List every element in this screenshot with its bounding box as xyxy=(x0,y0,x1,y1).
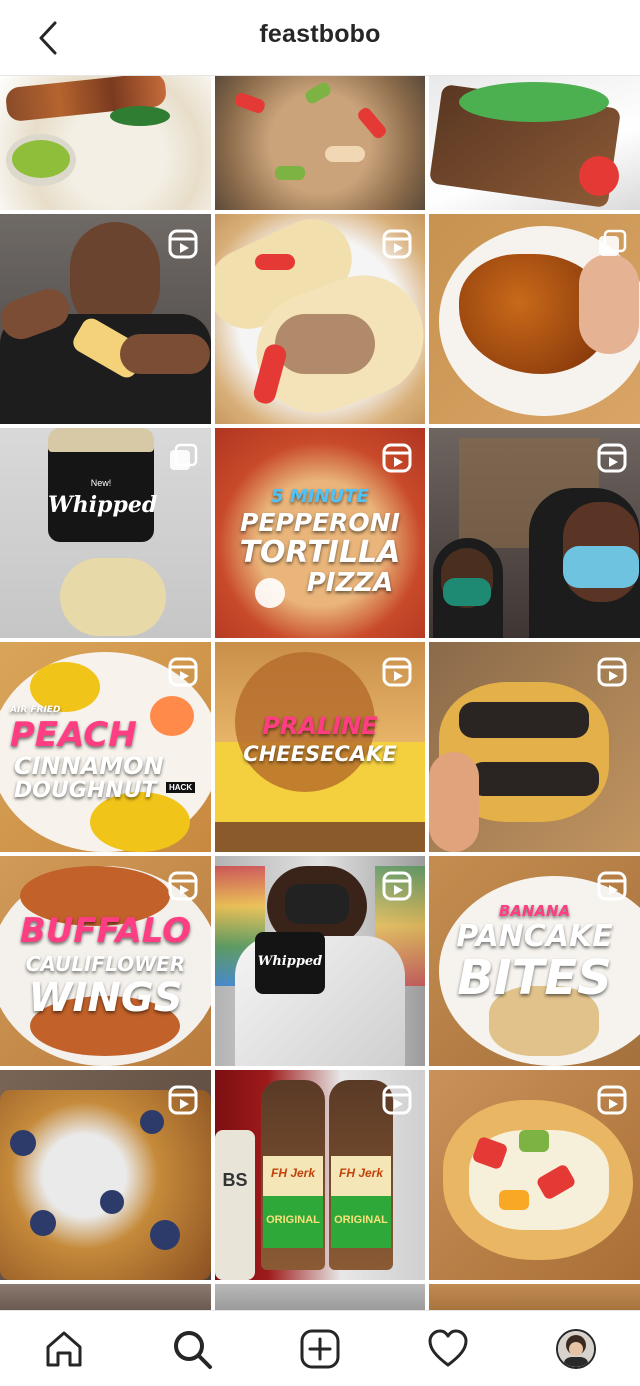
post-tile[interactable] xyxy=(215,1284,425,1310)
jar-label: Whipped xyxy=(48,492,158,518)
reel-icon xyxy=(597,1085,627,1115)
post-tile[interactable] xyxy=(429,428,640,638)
post-tile[interactable] xyxy=(429,1284,640,1310)
post-tile[interactable] xyxy=(0,214,211,424)
bottle-label: FH Jerk xyxy=(338,1166,384,1180)
overlay-text: PANCAKE xyxy=(456,919,613,954)
post-tile[interactable]: 5 MINUTE PEPPERONI TORTILLA PIZZA xyxy=(215,428,425,638)
plus-square-icon xyxy=(300,1329,340,1369)
jar-label-small: New! xyxy=(90,478,112,488)
reel-icon xyxy=(382,657,412,687)
post-tile[interactable]: Whipped xyxy=(215,856,425,1066)
heart-icon xyxy=(428,1329,468,1367)
post-grid: New! Whipped 5 MINUTE PEPPERONI TORTILLA… xyxy=(0,76,640,1310)
top-bar: feastbobo xyxy=(0,0,640,76)
reel-icon xyxy=(168,229,198,259)
profile-username: feastbobo xyxy=(259,20,381,48)
reel-icon xyxy=(382,443,412,473)
post-tile[interactable]: BANANA PANCAKE BITES xyxy=(429,856,640,1066)
nav-profile-button[interactable] xyxy=(552,1325,600,1373)
overlay-text: DOUGHNUT xyxy=(14,778,157,803)
post-tile[interactable] xyxy=(429,642,640,852)
overlay-text: BANANA xyxy=(498,902,571,920)
avatar xyxy=(556,1329,596,1369)
overlay-text: PIZZA xyxy=(306,568,394,598)
overlay-text: AIR FRIED xyxy=(10,705,61,715)
reel-icon xyxy=(597,657,627,687)
nav-search-button[interactable] xyxy=(168,1325,216,1373)
post-tile[interactable]: PRALINE CHEESECAKE xyxy=(215,642,425,852)
carousel-icon xyxy=(170,443,198,470)
overlay-text: TORTILLA xyxy=(239,535,401,570)
post-tile[interactable]: AIR FRIED PEACH CINNAMON DOUGHNUT HACK xyxy=(0,642,211,852)
overlay-text: PRALINE xyxy=(262,712,378,740)
post-tile[interactable] xyxy=(429,214,640,424)
overlay-text: BITES xyxy=(457,950,612,1006)
nav-create-button[interactable] xyxy=(296,1325,344,1373)
carousel-icon xyxy=(599,229,627,256)
overlay-text: WINGS xyxy=(28,975,183,1021)
post-tile[interactable] xyxy=(0,1070,211,1280)
post-tile[interactable]: BS FH Jerk FH Jerk ORIGINAL ORIGINAL xyxy=(215,1070,425,1280)
overlay-text: CHEESECAKE xyxy=(243,742,397,766)
post-tile[interactable] xyxy=(429,76,640,210)
overlay-text: CAULIFLOWER xyxy=(25,952,186,976)
nav-activity-button[interactable] xyxy=(424,1325,472,1373)
reel-icon xyxy=(597,443,627,473)
reel-icon xyxy=(382,871,412,901)
post-tile[interactable] xyxy=(0,76,211,210)
overlay-tag: HACK xyxy=(166,782,196,793)
reel-icon xyxy=(168,657,198,687)
search-icon xyxy=(174,1331,212,1369)
overlay-text: 5 MINUTE xyxy=(271,486,369,507)
overlay-text: PEACH xyxy=(10,715,137,755)
overlay-text: BUFFALO xyxy=(19,911,192,951)
post-tile[interactable] xyxy=(429,1070,640,1280)
reel-icon xyxy=(382,229,412,259)
post-tile[interactable]: BUFFALO CAULIFLOWER WINGS xyxy=(0,856,211,1066)
reel-icon xyxy=(597,871,627,901)
jar-label: Whipped xyxy=(257,954,323,969)
post-tile[interactable] xyxy=(0,1284,211,1310)
post-tile[interactable] xyxy=(215,76,425,210)
bottle-label: ORIGINAL xyxy=(334,1214,388,1226)
overlay-text: CINNAMON xyxy=(14,752,164,780)
nav-home-button[interactable] xyxy=(40,1325,88,1373)
home-icon xyxy=(46,1331,82,1367)
bottle-label: FH Jerk xyxy=(270,1166,316,1180)
bottom-navigation xyxy=(0,1310,640,1386)
reel-icon xyxy=(168,1085,198,1115)
bottle-label: ORIGINAL xyxy=(266,1214,320,1226)
reel-icon xyxy=(168,871,198,901)
overlay-text: PEPPERONI xyxy=(240,508,400,537)
reel-icon xyxy=(382,1085,412,1115)
post-tile[interactable]: New! Whipped xyxy=(0,428,211,638)
post-tile[interactable] xyxy=(215,214,425,424)
